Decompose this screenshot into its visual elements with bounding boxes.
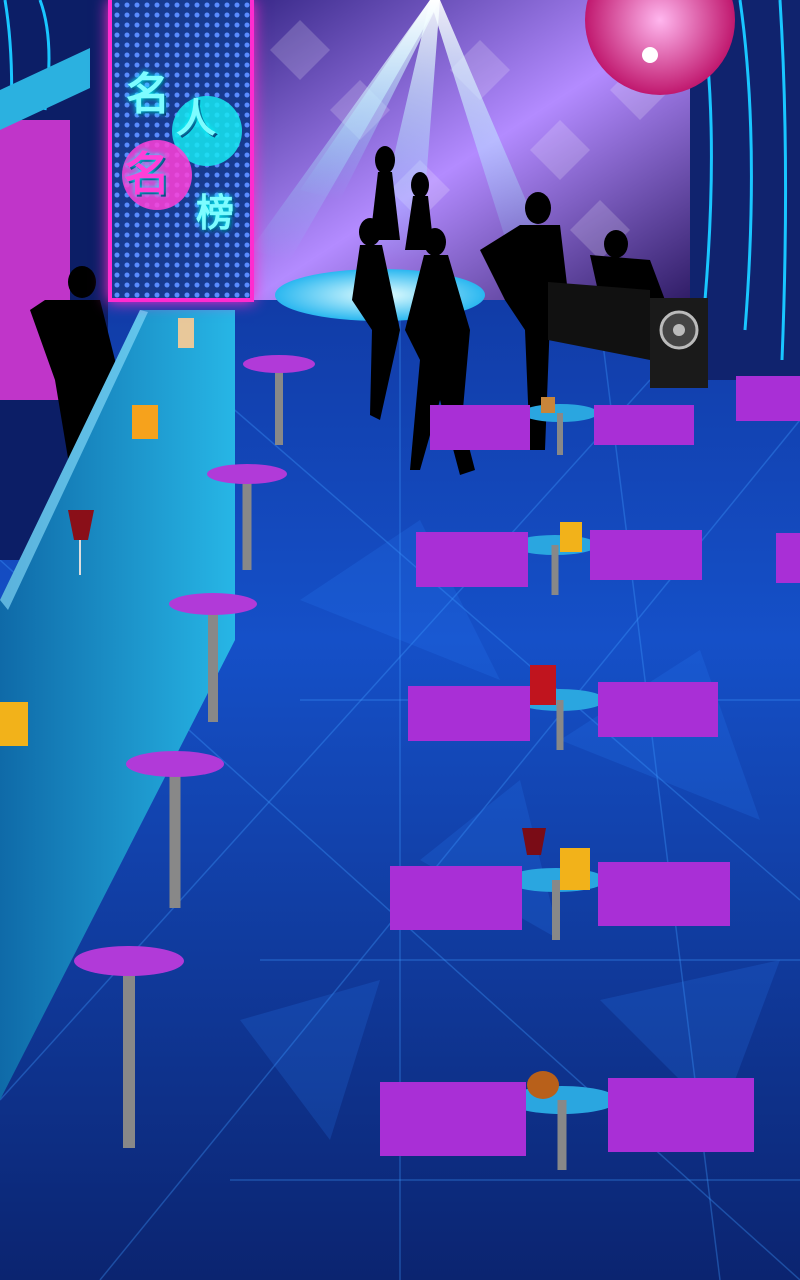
sign-title-char-4: 榜 (196, 191, 235, 235)
cognac-glass-icon (527, 1071, 559, 1099)
nightclub-scene: 名 人 名 榜 (0, 0, 800, 1280)
beer-mug-icon (0, 702, 28, 746)
cocktail-icon (132, 405, 158, 439)
sign-title-char-1: 名 (126, 69, 170, 120)
whisky-glass-icon (541, 397, 555, 413)
beer-mug-icon (560, 522, 582, 552)
cocktail-icon (530, 665, 556, 705)
coffee-glass-icon (178, 318, 194, 348)
sign-title: 名 人 名 榜 (112, 0, 258, 302)
hall-of-fame-sign[interactable]: 名 人 名 榜 (108, 0, 254, 302)
sign-title-char-2: 人 (176, 96, 216, 142)
sign-title-char-3: 名 (124, 147, 170, 201)
beer-mug-icon (560, 848, 590, 890)
